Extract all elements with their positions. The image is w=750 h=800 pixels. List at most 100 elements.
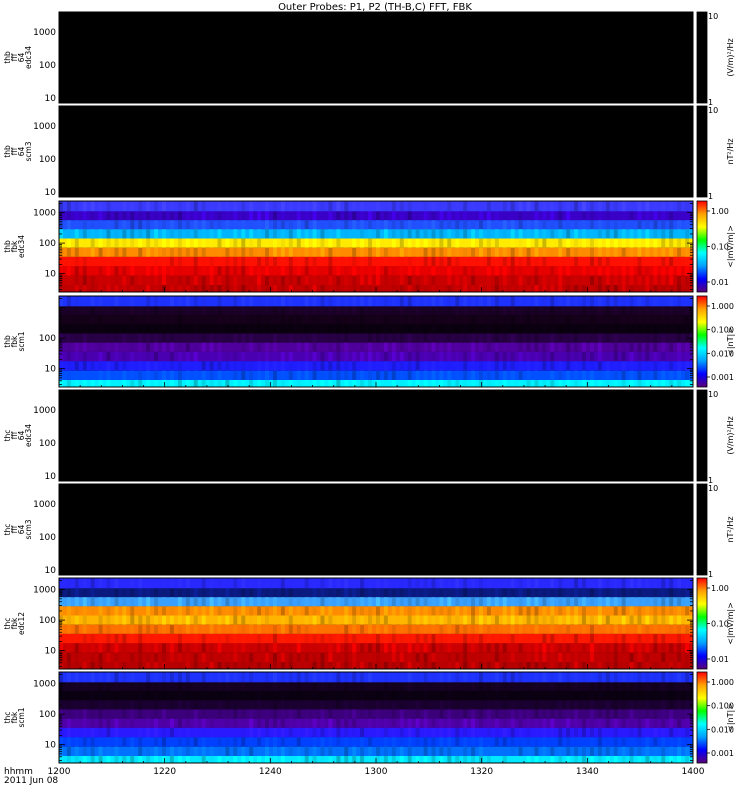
band-200 — [59, 700, 693, 710]
band-50 — [59, 247, 693, 257]
band-12 — [59, 361, 693, 371]
band-1500 — [59, 296, 693, 307]
colorbar-tick: 0.01 — [711, 655, 729, 664]
colorbar-tick: 1.000 — [711, 302, 734, 311]
band-100 — [59, 333, 693, 343]
band-6 — [59, 746, 693, 756]
band-50 — [59, 718, 693, 728]
colorbar-top: 10 — [708, 12, 718, 21]
colorbar-top: 10 — [708, 390, 718, 399]
colorbar-tick: 0.001 — [711, 749, 734, 758]
ytick-label: 10 — [45, 94, 57, 104]
ytick-label: 10 — [45, 566, 57, 576]
band-100 — [59, 615, 693, 625]
colorbar-label: <|nT|> — [726, 703, 735, 732]
band-50 — [59, 624, 693, 634]
time-tick-label: 1300 — [365, 767, 388, 777]
ytick-label: 100 — [39, 533, 56, 543]
ytick-label: 10 — [45, 472, 57, 482]
colorbar-tick: 1.000 — [711, 678, 734, 687]
colorbar-bottom: 1 — [708, 192, 713, 201]
colorbar-tick: 0.01 — [711, 278, 729, 287]
band-25 — [59, 633, 693, 644]
ytick-label: 100 — [39, 616, 56, 626]
colorbar-tick: 0.001 — [711, 373, 734, 382]
colorbar-top: 10 — [708, 106, 718, 115]
panel-thc-fff-edc34: 100010010thcfff64edc34101(V/m)²/Hz — [3, 389, 735, 485]
time-tick-label: 1400 — [682, 767, 705, 777]
panel-thb-fff-scm3: 100010010thbfff64scm3101nT²/Hz — [3, 105, 735, 201]
ytick-label: 100 — [39, 334, 56, 344]
spectrogram-figure: Outer Probes: P1, P2 (TH-B,C) FFT, FBK 1… — [0, 0, 750, 800]
ytick-label: 10 — [45, 365, 57, 375]
colorbar-bottom: 1 — [708, 570, 713, 579]
ytick-label: 100 — [39, 61, 56, 71]
band-1500 — [59, 201, 693, 212]
ylabel-line: edc34 — [24, 424, 33, 447]
band-25 — [59, 727, 693, 738]
band-1500 — [59, 672, 693, 683]
ytick-label: 100 — [39, 710, 56, 720]
time-tick-label: 1220 — [153, 767, 176, 777]
band-200 — [59, 606, 693, 616]
time-axis-date: 2011 Jun 08 — [4, 776, 58, 786]
panel-thc-fff-scm3: 100010010thcfff64scm3101nT²/Hz — [3, 483, 735, 579]
time-tick-label: 1240 — [259, 767, 282, 777]
band-800 — [59, 682, 693, 692]
ylabel-line: scm3 — [24, 141, 33, 161]
ytick-label: 1000 — [33, 122, 56, 132]
band-25 — [59, 256, 693, 267]
panel-thc-fbk-scm1: 100010010thcfbkscm11.0000.1000.0100.001<… — [3, 671, 735, 764]
colorbar-label: <|mV/m|> — [726, 225, 735, 268]
ylabel-line: scm1 — [17, 331, 26, 351]
panel-thb-fbk-scm1: 10010thbfbkscm11.0000.1000.0100.001<|nT|… — [3, 295, 735, 388]
band-1500 — [59, 578, 693, 589]
colorbar-label: (V/m)²/Hz — [726, 38, 735, 76]
band-6 — [59, 652, 693, 662]
colorbar-tick: 1.00 — [711, 584, 729, 593]
ytick-label: 10 — [45, 741, 57, 751]
ytick-label: 10 — [45, 647, 57, 657]
plot-area — [59, 484, 693, 575]
band-800 — [59, 306, 693, 316]
band-400 — [59, 220, 693, 230]
band-6 — [59, 370, 693, 380]
ytick-label: 1000 — [33, 406, 56, 416]
band-100 — [59, 238, 693, 248]
time-tick-label: 1320 — [470, 767, 493, 777]
ytick-label: 10 — [45, 270, 57, 280]
ytick-label: 10 — [45, 188, 57, 198]
band-25 — [59, 351, 693, 362]
colorbar-tick: 1.00 — [711, 207, 729, 216]
plot-area — [59, 390, 693, 481]
band-400 — [59, 315, 693, 325]
band-200 — [59, 229, 693, 239]
colorbar-label: <|mV/m|> — [726, 602, 735, 645]
band-12 — [59, 266, 693, 276]
panel-thc-fbk-edc12: 100010010thcfbkedc121.000.100.01<|mV/m|> — [3, 577, 735, 670]
colorbar-top: 10 — [708, 484, 718, 493]
ylabel-line: edc34 — [24, 46, 33, 69]
ylabel-line: scm1 — [17, 707, 26, 727]
panel-thb-fbk-edc34: 100010010thbfbkedc341.000.100.01<|mV/m|> — [3, 200, 735, 293]
colorbar-label: <|nT|> — [726, 327, 735, 356]
time-tick-label: 1340 — [576, 767, 599, 777]
colorbar-label: nT²/Hz — [726, 138, 735, 164]
band-6 — [59, 275, 693, 285]
ytick-label: 100 — [39, 439, 56, 449]
figure-title: Outer Probes: P1, P2 (TH-B,C) FFT, FBK — [278, 2, 472, 13]
plot-area — [59, 106, 693, 197]
ytick-label: 1000 — [33, 28, 56, 38]
band-400 — [59, 691, 693, 701]
ytick-label: 1000 — [33, 680, 56, 690]
ytick-label: 1000 — [33, 500, 56, 510]
colorbar-label: (V/m)²/Hz — [726, 416, 735, 454]
band-12 — [59, 737, 693, 747]
band-200 — [59, 324, 693, 334]
band-100 — [59, 709, 693, 719]
panel-thb-fff-edc34: 100010010thbfff64edc34101(V/m)²/Hz — [3, 11, 735, 107]
band-800 — [59, 211, 693, 221]
ytick-label: 1000 — [33, 209, 56, 219]
plot-area — [59, 12, 693, 103]
ytick-label: 100 — [39, 239, 56, 249]
